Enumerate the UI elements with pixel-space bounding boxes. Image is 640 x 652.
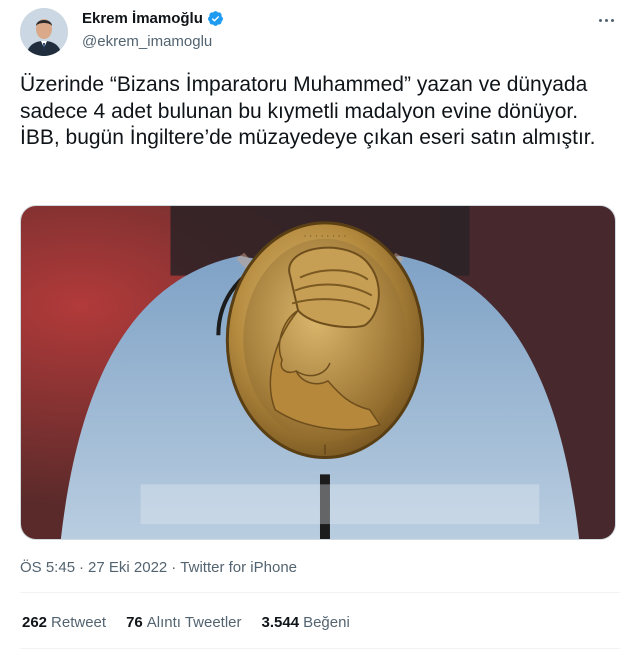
dot-icon [604,18,608,22]
retweets-label: Retweet [51,614,107,631]
author-name-row: Ekrem İmamoğlu [82,10,224,27]
tweet-time[interactable]: ÖS 5:45 [20,559,75,576]
tweet-media-image[interactable]: · · · · · · · · [20,205,616,540]
retweets-stat[interactable]: 262 Retweet [22,614,106,631]
more-options-button[interactable] [594,10,618,30]
likes-stat[interactable]: 3.544 Beğeni [262,614,350,631]
dot-icon [610,18,614,22]
author-avatar[interactable] [20,8,68,56]
svg-text:· · · · · · · ·: · · · · · · · · [304,232,347,242]
meta-separator: · [79,559,85,576]
verified-badge-icon [207,10,224,27]
avatar-image [20,8,68,56]
tweet-text: Üzerinde “Bizans İmparatoru Muhammed” ya… [20,73,596,149]
quote-tweets-label: Alıntı Tweetler [146,614,242,631]
likes-label: Beğeni [303,614,350,631]
quote-tweets-stat[interactable]: 76 Alıntı Tweetler [126,614,241,631]
divider [20,592,620,593]
likes-count: 3.544 [261,614,300,631]
retweets-count: 262 [22,614,48,631]
tweet-source-link[interactable]: Twitter for iPhone [180,559,297,576]
tweet-metadata: ÖS 5:45 · 27 Eki 2022 · Twitter for iPho… [20,559,297,576]
tweet-stats: 262 Retweet 76 Alıntı Tweetler 3.544 Beğ… [22,614,350,631]
meta-separator: · [171,559,177,576]
author-handle[interactable]: @ekrem_imamoglu [82,33,212,50]
quote-tweets-count: 76 [126,614,143,631]
tweet-date[interactable]: 27 Eki 2022 [88,559,167,576]
tweet-card: Ekrem İmamoğlu @ekrem_imamoglu Üzerinde … [0,0,640,652]
medallion-photo: · · · · · · · · [21,206,615,539]
dot-icon [598,18,602,22]
author-display-name[interactable]: Ekrem İmamoğlu [82,10,203,27]
divider [20,648,620,649]
